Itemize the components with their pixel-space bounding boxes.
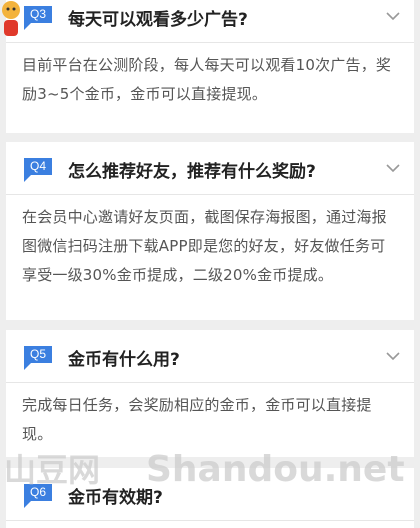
answer-text: 目前平台在公测阶段，每人每天可以观看10次广告，奖励3~5个金币，金币可以直接提…: [22, 56, 392, 103]
faq-question-row[interactable]: Q6 金币有效期?: [6, 468, 414, 521]
question-text: 金币有效期?: [68, 488, 163, 508]
question-text: 怎么推荐好友，推荐有什么奖励?: [68, 162, 316, 182]
question-text: 金币有什么用?: [68, 350, 180, 370]
question-badge: Q5: [24, 346, 52, 370]
mascot-icon: [2, 1, 20, 36]
question-badge: Q6: [24, 484, 52, 508]
faq-question-row[interactable]: Q5 金币有什么用?: [6, 330, 414, 383]
question-badge: Q3: [24, 6, 52, 30]
faq-item-q3: Q3 每天可以观看多少广告? 目前平台在公测阶段，每人每天可以观看10次广告，奖…: [6, 0, 414, 133]
question-text: 每天可以观看多少广告?: [68, 10, 248, 30]
faq-question-row[interactable]: Q3 每天可以观看多少广告?: [6, 0, 414, 43]
question-badge: Q4: [24, 158, 52, 182]
chevron-down-icon[interactable]: [386, 352, 400, 361]
chevron-down-icon[interactable]: [386, 164, 400, 173]
faq-item-q6: Q6 金币有效期?: [6, 468, 414, 528]
answer-text: 完成每日任务，会奖励相应的金币，金币可以直接提现。: [22, 396, 372, 443]
answer-text: 在会员中心邀请好友页面，截图保存海报图，通过海报图微信扫码注册下载APP即是您的…: [22, 208, 387, 284]
faq-item-q4: Q4 怎么推荐好友，推荐有什么奖励? 在会员中心邀请好友页面，截图保存海报图，通…: [6, 142, 414, 320]
faq-question-row[interactable]: Q4 怎么推荐好友，推荐有什么奖励?: [6, 142, 414, 195]
chevron-down-icon[interactable]: [386, 12, 400, 21]
faq-item-q5: Q5 金币有什么用? 完成每日任务，会奖励相应的金币，金币可以直接提现。: [6, 330, 414, 457]
